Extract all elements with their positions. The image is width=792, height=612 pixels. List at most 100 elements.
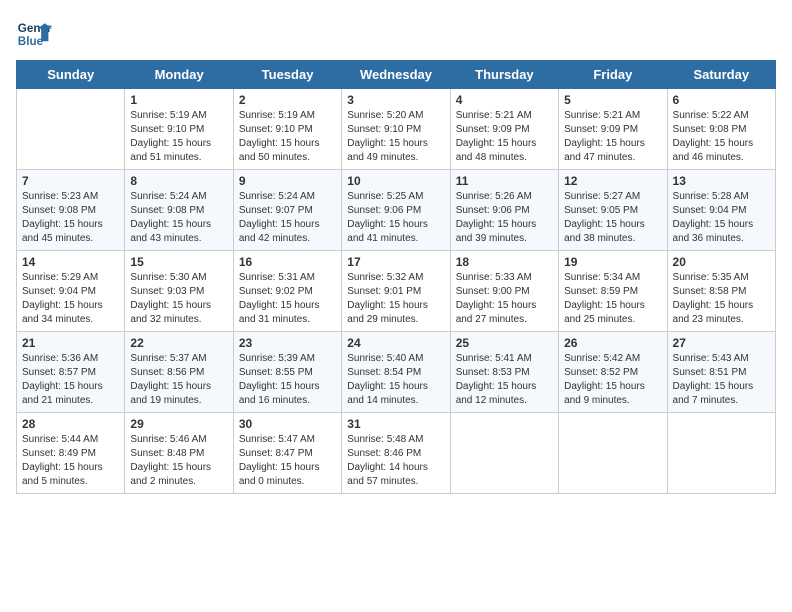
- day-header-friday: Friday: [559, 61, 667, 89]
- calendar-header-row: SundayMondayTuesdayWednesdayThursdayFrid…: [17, 61, 776, 89]
- logo-icon: General Blue: [16, 16, 52, 52]
- calendar-cell: 6 Sunrise: 5:22 AMSunset: 9:08 PMDaylight…: [667, 89, 775, 170]
- day-number: 12: [564, 174, 661, 188]
- day-number: 15: [130, 255, 227, 269]
- calendar-cell: [559, 413, 667, 494]
- calendar-cell: 2 Sunrise: 5:19 AMSunset: 9:10 PMDaylight…: [233, 89, 341, 170]
- calendar-cell: [667, 413, 775, 494]
- day-info: Sunrise: 5:19 AMSunset: 9:10 PMDaylight:…: [130, 109, 227, 165]
- day-number: 23: [239, 336, 336, 350]
- day-info: Sunrise: 5:22 AMSunset: 9:08 PMDaylight:…: [673, 109, 770, 165]
- day-number: 28: [22, 417, 119, 431]
- calendar-cell: 23 Sunrise: 5:39 AMSunset: 8:55 PMDayligh…: [233, 332, 341, 413]
- day-header-wednesday: Wednesday: [342, 61, 450, 89]
- day-info: Sunrise: 5:24 AMSunset: 9:07 PMDaylight:…: [239, 190, 336, 246]
- svg-text:Blue: Blue: [18, 35, 44, 48]
- calendar-week-row: 28 Sunrise: 5:44 AMSunset: 8:49 PMDayligh…: [17, 413, 776, 494]
- day-number: 27: [673, 336, 770, 350]
- day-info: Sunrise: 5:26 AMSunset: 9:06 PMDaylight:…: [456, 190, 553, 246]
- calendar-cell: 5 Sunrise: 5:21 AMSunset: 9:09 PMDaylight…: [559, 89, 667, 170]
- day-number: 29: [130, 417, 227, 431]
- calendar-cell: [450, 413, 558, 494]
- calendar-cell: 11 Sunrise: 5:26 AMSunset: 9:06 PMDayligh…: [450, 170, 558, 251]
- calendar-cell: 31 Sunrise: 5:48 AMSunset: 8:46 PMDayligh…: [342, 413, 450, 494]
- calendar-table: SundayMondayTuesdayWednesdayThursdayFrid…: [16, 60, 776, 494]
- day-info: Sunrise: 5:41 AMSunset: 8:53 PMDaylight:…: [456, 352, 553, 408]
- day-number: 6: [673, 93, 770, 107]
- day-header-sunday: Sunday: [17, 61, 125, 89]
- calendar-cell: 26 Sunrise: 5:42 AMSunset: 8:52 PMDayligh…: [559, 332, 667, 413]
- calendar-cell: 22 Sunrise: 5:37 AMSunset: 8:56 PMDayligh…: [125, 332, 233, 413]
- calendar-cell: [17, 89, 125, 170]
- day-info: Sunrise: 5:29 AMSunset: 9:04 PMDaylight:…: [22, 271, 119, 327]
- day-number: 9: [239, 174, 336, 188]
- calendar-cell: 24Sunrise: 5:40 AMSunset: 8:54 PMDayligh…: [342, 332, 450, 413]
- day-header-monday: Monday: [125, 61, 233, 89]
- day-info: Sunrise: 5:35 AMSunset: 8:58 PMDaylight:…: [673, 271, 770, 327]
- calendar-cell: 17Sunrise: 5:32 AMSunset: 9:01 PMDayligh…: [342, 251, 450, 332]
- day-info: Sunrise: 5:31 AMSunset: 9:02 PMDaylight:…: [239, 271, 336, 327]
- calendar-cell: 12 Sunrise: 5:27 AMSunset: 9:05 PMDayligh…: [559, 170, 667, 251]
- day-number: 4: [456, 93, 553, 107]
- day-number: 1: [130, 93, 227, 107]
- calendar-cell: 16 Sunrise: 5:31 AMSunset: 9:02 PMDayligh…: [233, 251, 341, 332]
- day-info: Sunrise: 5:19 AMSunset: 9:10 PMDaylight:…: [239, 109, 336, 165]
- calendar-week-row: 7 Sunrise: 5:23 AMSunset: 9:08 PMDaylight…: [17, 170, 776, 251]
- day-header-saturday: Saturday: [667, 61, 775, 89]
- day-info: Sunrise: 5:43 AMSunset: 8:51 PMDaylight:…: [673, 352, 770, 408]
- day-number: 11: [456, 174, 553, 188]
- day-info: Sunrise: 5:39 AMSunset: 8:55 PMDaylight:…: [239, 352, 336, 408]
- calendar-cell: 19Sunrise: 5:34 AMSunset: 8:59 PMDayligh…: [559, 251, 667, 332]
- calendar-cell: 7 Sunrise: 5:23 AMSunset: 9:08 PMDaylight…: [17, 170, 125, 251]
- day-info: Sunrise: 5:21 AMSunset: 9:09 PMDaylight:…: [564, 109, 661, 165]
- day-number: 2: [239, 93, 336, 107]
- day-info: Sunrise: 5:37 AMSunset: 8:56 PMDaylight:…: [130, 352, 227, 408]
- day-info: Sunrise: 5:27 AMSunset: 9:05 PMDaylight:…: [564, 190, 661, 246]
- day-info: Sunrise: 5:36 AMSunset: 8:57 PMDaylight:…: [22, 352, 119, 408]
- calendar-cell: 14 Sunrise: 5:29 AMSunset: 9:04 PMDayligh…: [17, 251, 125, 332]
- calendar-cell: 10Sunrise: 5:25 AMSunset: 9:06 PMDayligh…: [342, 170, 450, 251]
- day-number: 19: [564, 255, 661, 269]
- calendar-cell: 15 Sunrise: 5:30 AMSunset: 9:03 PMDayligh…: [125, 251, 233, 332]
- day-info: Sunrise: 5:23 AMSunset: 9:08 PMDaylight:…: [22, 190, 119, 246]
- day-header-tuesday: Tuesday: [233, 61, 341, 89]
- day-info: Sunrise: 5:48 AMSunset: 8:46 PMDaylight:…: [347, 433, 444, 489]
- day-number: 24: [347, 336, 444, 350]
- calendar-cell: 9 Sunrise: 5:24 AMSunset: 9:07 PMDaylight…: [233, 170, 341, 251]
- day-info: Sunrise: 5:21 AMSunset: 9:09 PMDaylight:…: [456, 109, 553, 165]
- calendar-cell: 18 Sunrise: 5:33 AMSunset: 9:00 PMDayligh…: [450, 251, 558, 332]
- day-info: Sunrise: 5:20 AMSunset: 9:10 PMDaylight:…: [347, 109, 444, 165]
- day-number: 22: [130, 336, 227, 350]
- calendar-week-row: 21 Sunrise: 5:36 AMSunset: 8:57 PMDayligh…: [17, 332, 776, 413]
- day-number: 18: [456, 255, 553, 269]
- calendar-cell: 21 Sunrise: 5:36 AMSunset: 8:57 PMDayligh…: [17, 332, 125, 413]
- calendar-week-row: 1 Sunrise: 5:19 AMSunset: 9:10 PMDaylight…: [17, 89, 776, 170]
- day-number: 20: [673, 255, 770, 269]
- calendar-cell: 20 Sunrise: 5:35 AMSunset: 8:58 PMDayligh…: [667, 251, 775, 332]
- day-info: Sunrise: 5:44 AMSunset: 8:49 PMDaylight:…: [22, 433, 119, 489]
- day-info: Sunrise: 5:42 AMSunset: 8:52 PMDaylight:…: [564, 352, 661, 408]
- day-number: 14: [22, 255, 119, 269]
- day-info: Sunrise: 5:32 AMSunset: 9:01 PMDaylight:…: [347, 271, 444, 327]
- day-info: Sunrise: 5:30 AMSunset: 9:03 PMDaylight:…: [130, 271, 227, 327]
- day-header-thursday: Thursday: [450, 61, 558, 89]
- calendar-body: 1 Sunrise: 5:19 AMSunset: 9:10 PMDaylight…: [17, 89, 776, 494]
- day-number: 31: [347, 417, 444, 431]
- calendar-cell: 28 Sunrise: 5:44 AMSunset: 8:49 PMDayligh…: [17, 413, 125, 494]
- day-number: 5: [564, 93, 661, 107]
- day-info: Sunrise: 5:46 AMSunset: 8:48 PMDaylight:…: [130, 433, 227, 489]
- day-info: Sunrise: 5:24 AMSunset: 9:08 PMDaylight:…: [130, 190, 227, 246]
- calendar-week-row: 14 Sunrise: 5:29 AMSunset: 9:04 PMDayligh…: [17, 251, 776, 332]
- calendar-cell: 25 Sunrise: 5:41 AMSunset: 8:53 PMDayligh…: [450, 332, 558, 413]
- calendar-cell: 1 Sunrise: 5:19 AMSunset: 9:10 PMDaylight…: [125, 89, 233, 170]
- day-number: 16: [239, 255, 336, 269]
- day-info: Sunrise: 5:33 AMSunset: 9:00 PMDaylight:…: [456, 271, 553, 327]
- day-number: 25: [456, 336, 553, 350]
- logo: General Blue: [16, 16, 52, 52]
- calendar-cell: 3 Sunrise: 5:20 AMSunset: 9:10 PMDaylight…: [342, 89, 450, 170]
- day-number: 7: [22, 174, 119, 188]
- day-number: 21: [22, 336, 119, 350]
- day-number: 26: [564, 336, 661, 350]
- day-number: 3: [347, 93, 444, 107]
- day-number: 13: [673, 174, 770, 188]
